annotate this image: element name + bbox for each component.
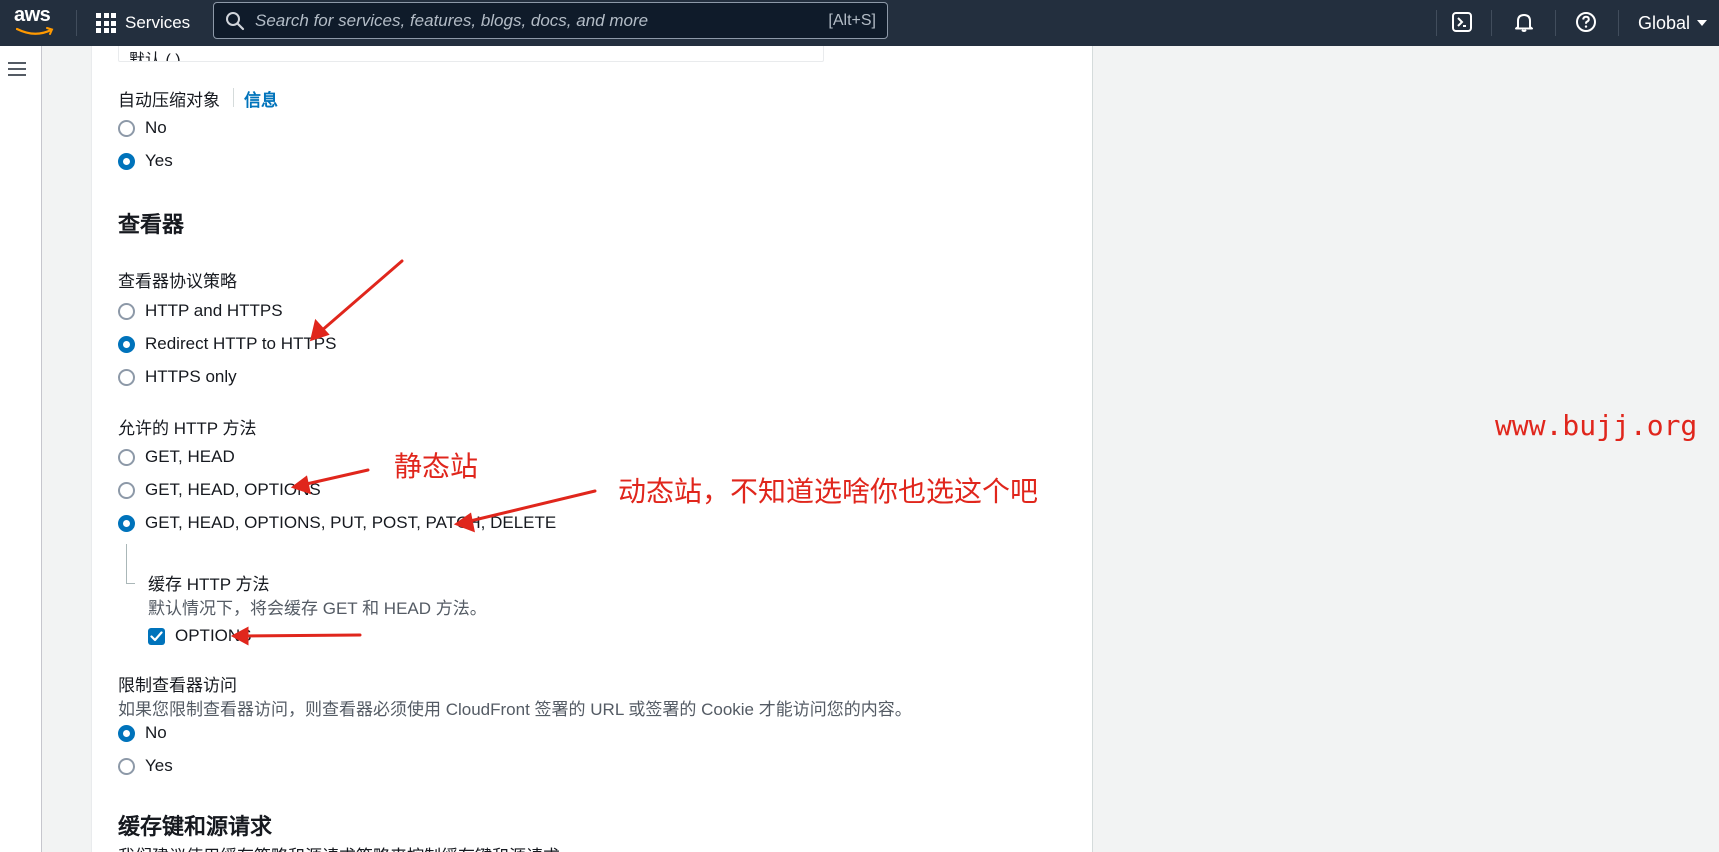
nav-divider [76,10,77,36]
radio-circle-selected [118,152,135,170]
protocol-http-and-https-radio[interactable]: HTTP and HTTPS [118,301,283,321]
region-selector[interactable]: Global [1638,0,1708,46]
radio-label: No [145,118,167,137]
side-navigation-rail [0,46,42,852]
radio-circle-selected [118,514,135,532]
radio-circle [118,481,135,499]
watermark-text: www.bujj.org [1495,409,1698,442]
viewer-section-heading: 查看器 [118,212,185,237]
restrict-viewer-access-description: 如果您限制查看器访问，则查看器必须使用 CloudFront 签署的 URL 或… [118,700,912,719]
compress-no-radio[interactable]: No [118,118,167,138]
aws-logo[interactable]: aws [14,4,58,38]
radio-label: GET, HEAD, OPTIONS [145,480,321,499]
nav-divider [1436,10,1437,36]
methods-get-head-options-radio[interactable]: GET, HEAD, OPTIONS [118,480,321,500]
cached-http-methods-label: 缓存 HTTP 方法 [148,575,270,594]
radio-label: HTTP and HTTPS [145,301,283,320]
search-input[interactable] [255,10,829,31]
region-label: Global [1638,12,1691,33]
radio-label: Yes [145,151,173,170]
aws-logo-text: aws [14,4,51,26]
search-shortcut-hint: [Alt+S] [828,11,876,29]
radio-label: GET, HEAD [145,447,235,466]
search-icon [226,11,245,30]
cache-key-description: 我们建议使用缓存策略和源请求策略来控制缓存键和源请求。 [118,842,577,852]
radio-circle-selected [118,335,135,353]
cached-http-methods-description: 默认情况下，将会缓存 GET 和 HEAD 方法。 [148,599,487,618]
protocol-https-only-radio[interactable]: HTTPS only [118,367,237,387]
help-icon[interactable] [1573,9,1599,35]
protocol-redirect-radio[interactable]: Redirect HTTP to HTTPS [118,334,336,354]
info-divider [233,88,234,107]
compress-objects-label: 自动压缩对象 [118,91,220,110]
nav-divider [1491,10,1492,36]
radio-label: Yes [145,756,173,775]
restrict-no-radio[interactable]: No [118,723,167,743]
bell-icon[interactable] [1511,9,1537,35]
radio-label: HTTPS only [145,367,237,386]
aws-smile-icon [16,27,54,35]
cache-options-checkbox[interactable]: OPTIONS [148,626,252,646]
nav-divider [1555,10,1556,36]
nested-indent-line [126,544,135,584]
radio-circle [118,119,135,137]
dynamic-site-annotation: 动态站，不知道选啥你也选这个吧 [618,475,1039,508]
info-link[interactable]: 信息 [244,86,278,111]
caret-down-icon [1697,20,1708,26]
radio-circle [118,368,135,386]
search-bar[interactable]: [Alt+S] [213,2,888,39]
menu-hamburger-icon[interactable] [8,61,26,77]
cache-key-section-heading: 缓存键和源请求 [118,814,273,839]
radio-circle [118,757,135,775]
checkbox-checked-icon [148,627,165,645]
cloudshell-icon[interactable] [1449,9,1475,35]
viewer-protocol-policy-label: 查看器协议策略 [118,272,237,291]
nav-divider [1618,10,1619,36]
methods-all-radio[interactable]: GET, HEAD, OPTIONS, PUT, POST, PATCH, DE… [118,513,556,533]
services-label: Services [125,13,191,32]
radio-circle-selected [118,724,135,742]
distribution-settings-panel: 默认 ( ) 自动压缩对象 信息 No Yes 查看器 查看器协议策略 HTTP… [91,46,1093,852]
checkbox-label: OPTIONS [175,626,252,645]
restrict-yes-radio[interactable]: Yes [118,756,173,776]
truncated-input-field[interactable]: 默认 ( ) [118,46,824,62]
static-site-annotation: 静态站 [394,450,479,483]
methods-get-head-radio[interactable]: GET, HEAD [118,447,235,467]
radio-label: Redirect HTTP to HTTPS [145,334,337,353]
radio-label: GET, HEAD, OPTIONS, PUT, POST, PATCH, DE… [145,513,557,532]
grid-menu-icon [96,13,116,33]
top-navigation-bar: aws Services [Alt+S] [0,0,1719,46]
radio-circle [118,448,135,466]
compress-yes-radio[interactable]: Yes [118,151,173,171]
allowed-http-methods-label: 允许的 HTTP 方法 [118,419,257,438]
radio-label: No [145,723,167,742]
services-menu-button[interactable]: Services [96,0,190,46]
restrict-viewer-access-label: 限制查看器访问 [118,676,237,695]
radio-circle [118,302,135,320]
